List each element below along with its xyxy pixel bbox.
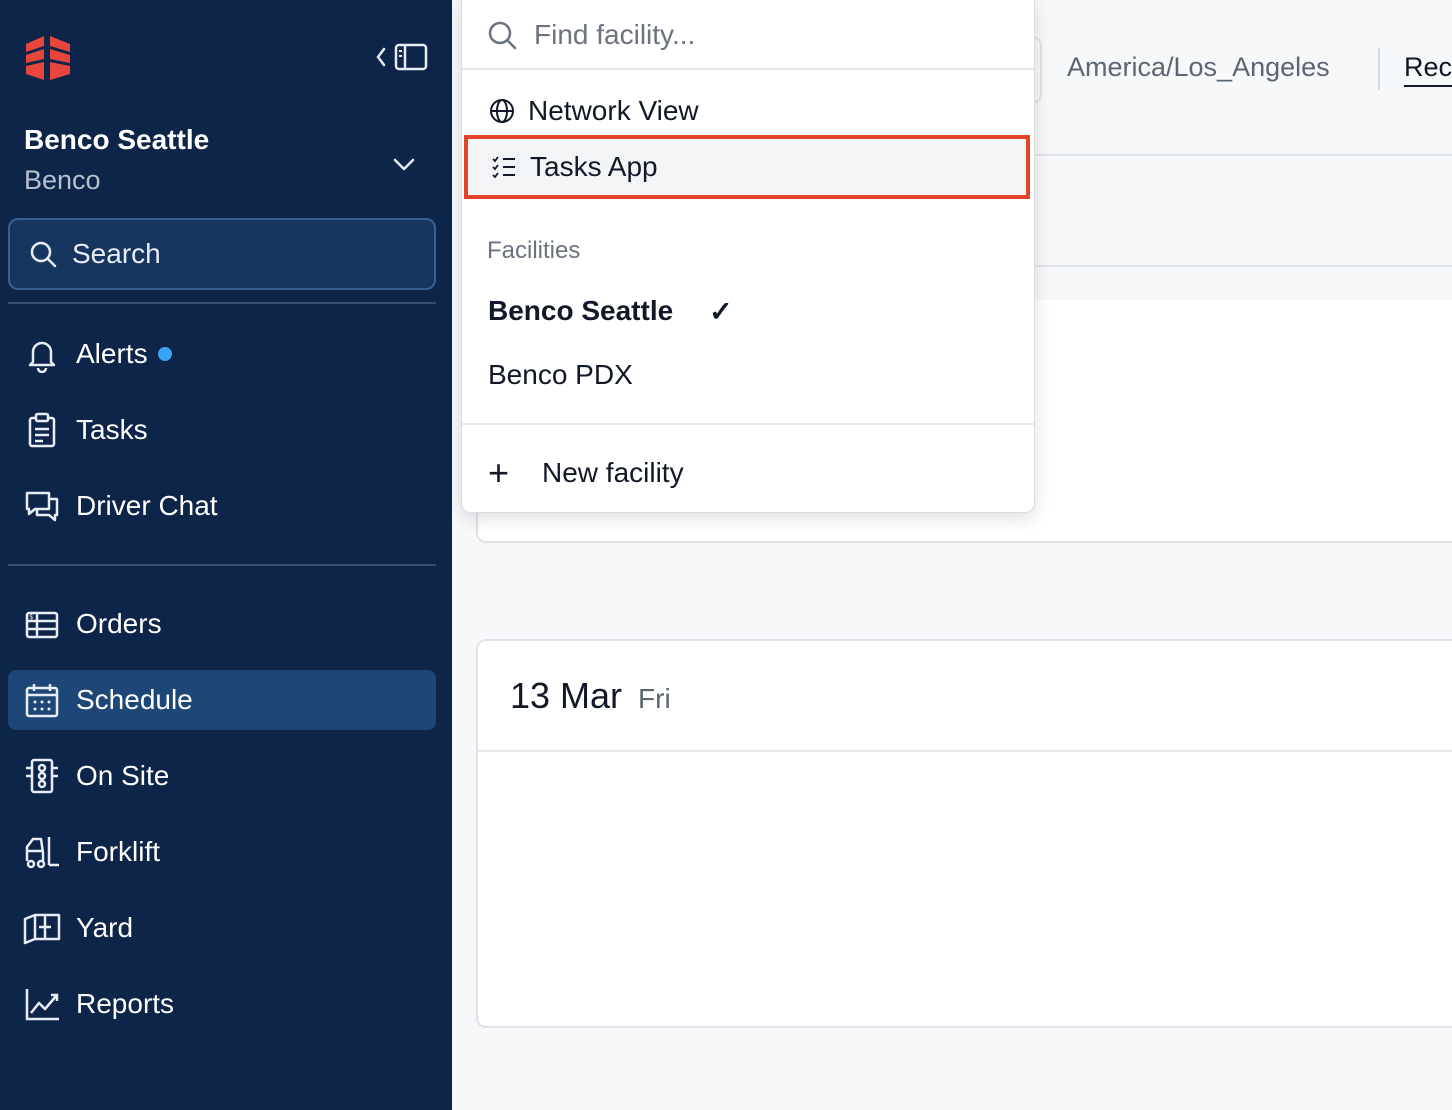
globe-icon — [490, 99, 514, 123]
search-icon — [30, 241, 57, 268]
facility-search-placeholder: Find facility... — [534, 18, 696, 50]
facility-search-input[interactable]: Find facility... — [462, 0, 1034, 70]
section-divider — [1034, 154, 1452, 156]
checklist-icon — [492, 156, 515, 179]
svg-text:$: $ — [29, 613, 33, 621]
sidebar-divider — [8, 564, 436, 566]
tasks-app-label: Tasks App — [530, 151, 658, 182]
sidebar-item-schedule[interactable]: Schedule — [8, 670, 436, 730]
sidebar-item-yard[interactable]: Yard — [8, 898, 436, 958]
facilities-section-label: Facilities — [487, 237, 581, 264]
sidebar-item-label: Reports — [76, 988, 175, 1019]
facility-option-benco-seattle[interactable]: Benco Seattle ✓ — [462, 279, 1034, 343]
dropdown-divider — [462, 423, 1034, 425]
sidebar-item-forklift[interactable]: Forklift — [8, 822, 436, 882]
day-header: 13 Mar Fri — [478, 641, 1452, 752]
facility-option-label: Benco Seattle — [488, 295, 674, 326]
sidebar-item-label: Schedule — [76, 684, 193, 715]
alert-dot — [157, 347, 172, 361]
collapse-sidebar-icon[interactable] — [374, 40, 430, 74]
yard-icon — [22, 908, 62, 948]
orders-icon: $ — [22, 604, 62, 644]
sidebar-item-on-site[interactable]: On Site — [8, 746, 436, 806]
sidebar-item-label: Orders — [76, 608, 162, 639]
plus-icon: + — [488, 452, 510, 493]
facility-org: Benco — [24, 165, 101, 195]
chart-line-icon — [22, 984, 62, 1024]
chat-icon — [22, 486, 62, 526]
sidebar-item-label: Driver Chat — [76, 490, 218, 521]
sidebar-item-alerts[interactable]: Alerts — [8, 324, 436, 384]
network-view-label: Network View — [528, 95, 699, 126]
forklift-icon — [22, 832, 62, 872]
sidebar-item-label: Yard — [76, 912, 134, 943]
sidebar: Benco Seattle Benco Search Alerts Tasks … — [0, 0, 452, 1110]
new-facility-label: New facility — [542, 457, 684, 488]
sidebar-item-tasks[interactable]: Tasks — [8, 400, 436, 460]
sidebar-item-label: Tasks — [76, 414, 148, 445]
section-divider — [1034, 265, 1452, 267]
tab-partial[interactable]: Rec — [1404, 52, 1452, 87]
day-weekday: Fri — [638, 683, 671, 714]
timezone-label: America/Los_Angeles — [1067, 52, 1330, 82]
tasks-app-item[interactable]: Tasks App — [464, 135, 1030, 199]
calendar-icon — [22, 680, 62, 720]
bell-icon — [22, 334, 62, 374]
search-icon — [488, 21, 517, 49]
search-label: Search — [72, 238, 161, 269]
facility-option-label: Benco PDX — [488, 359, 633, 390]
on-site-icon — [22, 756, 62, 796]
facility-name[interactable]: Benco Seattle — [24, 124, 209, 156]
chevron-down-icon[interactable] — [390, 150, 418, 178]
sidebar-item-label: Alerts — [76, 338, 148, 369]
network-view-item[interactable]: Network View — [462, 79, 1034, 143]
sidebar-item-orders[interactable]: $ Orders — [8, 594, 436, 654]
sidebar-item-reports[interactable]: Reports — [8, 974, 436, 1034]
checkmark-icon: ✓ — [709, 295, 733, 327]
search-button[interactable]: Search — [8, 218, 436, 290]
sidebar-item-label: Forklift — [76, 836, 160, 867]
new-facility-button[interactable]: + New facility — [462, 441, 1034, 505]
sidebar-divider — [8, 302, 436, 304]
topbar-divider — [1378, 48, 1380, 90]
facility-option-benco-pdx[interactable]: Benco PDX — [462, 343, 1034, 407]
app-logo — [26, 36, 70, 80]
clipboard-icon — [22, 410, 62, 450]
day-date: 13 Mar — [510, 675, 623, 716]
schedule-card: 13 Mar Fri — [476, 639, 1452, 1028]
sidebar-item-driver-chat[interactable]: Driver Chat — [8, 476, 436, 536]
sidebar-item-label: On Site — [76, 760, 170, 791]
facility-dropdown: Find facility... Network View Tasks App … — [461, 0, 1035, 513]
